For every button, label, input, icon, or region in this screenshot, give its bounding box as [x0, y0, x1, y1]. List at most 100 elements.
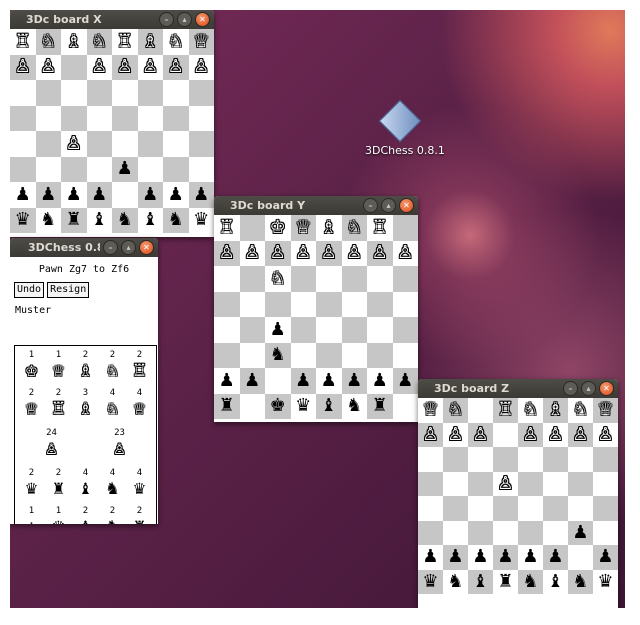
board-square[interactable]: ♟ [392, 368, 418, 394]
board-square[interactable] [188, 156, 214, 182]
board-square[interactable] [265, 291, 291, 317]
board-square[interactable] [493, 422, 518, 447]
board-square[interactable]: ♖ [112, 29, 138, 55]
board-square[interactable] [163, 80, 189, 106]
board-square[interactable] [35, 131, 61, 157]
board-square[interactable]: ♜ [367, 393, 393, 419]
board-square[interactable] [214, 291, 240, 317]
chess-piece-icon[interactable]: ♙ [447, 425, 463, 444]
board-square[interactable] [86, 131, 112, 157]
board-square[interactable] [316, 266, 342, 292]
chess-piece-icon[interactable]: ♜ [219, 397, 235, 415]
chess-piece-icon[interactable]: ♞ [270, 346, 286, 364]
board-square[interactable]: ♗ [61, 29, 87, 55]
board-square[interactable]: ♙ [188, 54, 214, 80]
chess-piece-icon[interactable]: ♗ [66, 32, 82, 51]
board-square[interactable] [86, 105, 112, 131]
chess-piece-icon[interactable]: ♕ [422, 401, 438, 419]
board-square[interactable] [468, 447, 493, 472]
board-square[interactable]: ♙ [367, 240, 393, 266]
board-square[interactable]: ♟ [35, 182, 61, 208]
board-square[interactable] [86, 156, 112, 182]
chess-piece-icon[interactable]: ♕ [193, 32, 209, 51]
board-square[interactable] [493, 520, 518, 545]
chess-piece-icon[interactable]: ♗ [142, 32, 158, 51]
chess-piece-icon[interactable]: ♟ [447, 548, 463, 566]
board-square[interactable] [443, 471, 468, 496]
chess-piece-icon[interactable]: ♙ [295, 244, 311, 262]
board-square[interactable] [341, 317, 367, 343]
maximize-icon[interactable]: ▴ [177, 12, 192, 27]
chess-piece-icon[interactable]: ♟ [547, 548, 563, 566]
minimize-icon[interactable]: – [103, 240, 118, 255]
board-square[interactable]: ♕ [418, 398, 443, 423]
board-square[interactable]: ♙ [568, 422, 593, 447]
chess-piece-icon[interactable]: ♟ [597, 548, 613, 566]
chess-piece-icon[interactable]: ♞ [447, 572, 463, 591]
board-square[interactable]: ♟ [61, 182, 87, 208]
chess-piece-icon[interactable]: ♙ [372, 244, 388, 262]
board-square[interactable]: ♙ [418, 422, 443, 447]
board-square[interactable] [543, 471, 568, 496]
chess-piece-icon[interactable]: ♖ [497, 401, 513, 419]
chess-piece-icon[interactable]: ♟ [117, 160, 133, 178]
board-square[interactable]: ♘ [86, 29, 112, 55]
chess-piece-icon[interactable]: ♟ [346, 371, 362, 390]
chess-piece-icon[interactable]: ♟ [422, 548, 438, 566]
board-square[interactable] [214, 317, 240, 343]
board-square[interactable] [290, 266, 316, 292]
board-square[interactable]: ♙ [163, 54, 189, 80]
chess-piece-icon[interactable]: ♟ [472, 548, 488, 566]
chess-piece-icon[interactable]: ♙ [547, 425, 563, 444]
board-square[interactable]: ♝ [468, 569, 493, 594]
board-square[interactable]: ♞ [112, 207, 138, 233]
board-square[interactable]: ♙ [61, 131, 87, 157]
board-square[interactable]: ♙ [214, 240, 240, 266]
chess-piece-icon[interactable]: ♞ [168, 211, 184, 229]
board-square[interactable]: ♚ [265, 393, 291, 419]
chess-piece-icon[interactable]: ♛ [295, 397, 311, 415]
chess-piece-icon[interactable]: ♝ [142, 211, 158, 229]
board-square[interactable]: ♟ [214, 368, 240, 394]
chess-piece-icon[interactable]: ♜ [497, 572, 513, 591]
board-square[interactable] [35, 156, 61, 182]
board-square[interactable]: ♗ [137, 29, 163, 55]
board-square[interactable] [593, 520, 618, 545]
board-square[interactable] [367, 342, 393, 368]
close-icon[interactable]: ✕ [195, 12, 210, 27]
chess-piece-icon[interactable]: ♟ [219, 371, 235, 390]
chess-piece-icon[interactable]: ♘ [346, 218, 362, 237]
board-square[interactable] [468, 496, 493, 521]
board-square[interactable]: ♜ [61, 207, 87, 233]
chess-piece-icon[interactable]: ♝ [91, 211, 107, 229]
board-square[interactable]: ♝ [86, 207, 112, 233]
chess-piece-icon[interactable]: ♞ [572, 572, 588, 591]
chess-piece-icon[interactable]: ♖ [15, 32, 31, 51]
chess-piece-icon[interactable]: ♙ [244, 244, 260, 262]
chess-piece-icon[interactable]: ♙ [117, 58, 133, 76]
close-icon[interactable]: ✕ [139, 240, 154, 255]
board-square[interactable] [593, 496, 618, 521]
chess-piece-icon[interactable]: ♖ [372, 218, 388, 237]
board-square[interactable] [543, 520, 568, 545]
board-square[interactable] [290, 291, 316, 317]
chess-piece-icon[interactable]: ♟ [91, 185, 107, 204]
board-square[interactable]: ♟ [188, 182, 214, 208]
board-square[interactable] [61, 105, 87, 131]
chess-piece-icon[interactable]: ♟ [270, 320, 286, 339]
chess-piece-icon[interactable]: ♟ [40, 185, 56, 204]
board-square[interactable]: ♖ [493, 398, 518, 423]
board-square[interactable] [112, 131, 138, 157]
board-square[interactable] [188, 80, 214, 106]
board-square[interactable] [543, 447, 568, 472]
chess-piece-icon[interactable]: ♟ [15, 185, 31, 204]
board-square[interactable]: ♗ [543, 398, 568, 423]
board-square[interactable] [568, 545, 593, 570]
chess-piece-icon[interactable]: ♞ [346, 397, 362, 415]
chess-piece-icon[interactable]: ♝ [321, 397, 337, 415]
chess-piece-icon[interactable]: ♙ [219, 244, 235, 262]
chess-piece-icon[interactable]: ♙ [522, 425, 538, 444]
board-square[interactable]: ♙ [112, 54, 138, 80]
chess-piece-icon[interactable]: ♞ [117, 211, 133, 229]
board-square[interactable] [10, 105, 36, 131]
